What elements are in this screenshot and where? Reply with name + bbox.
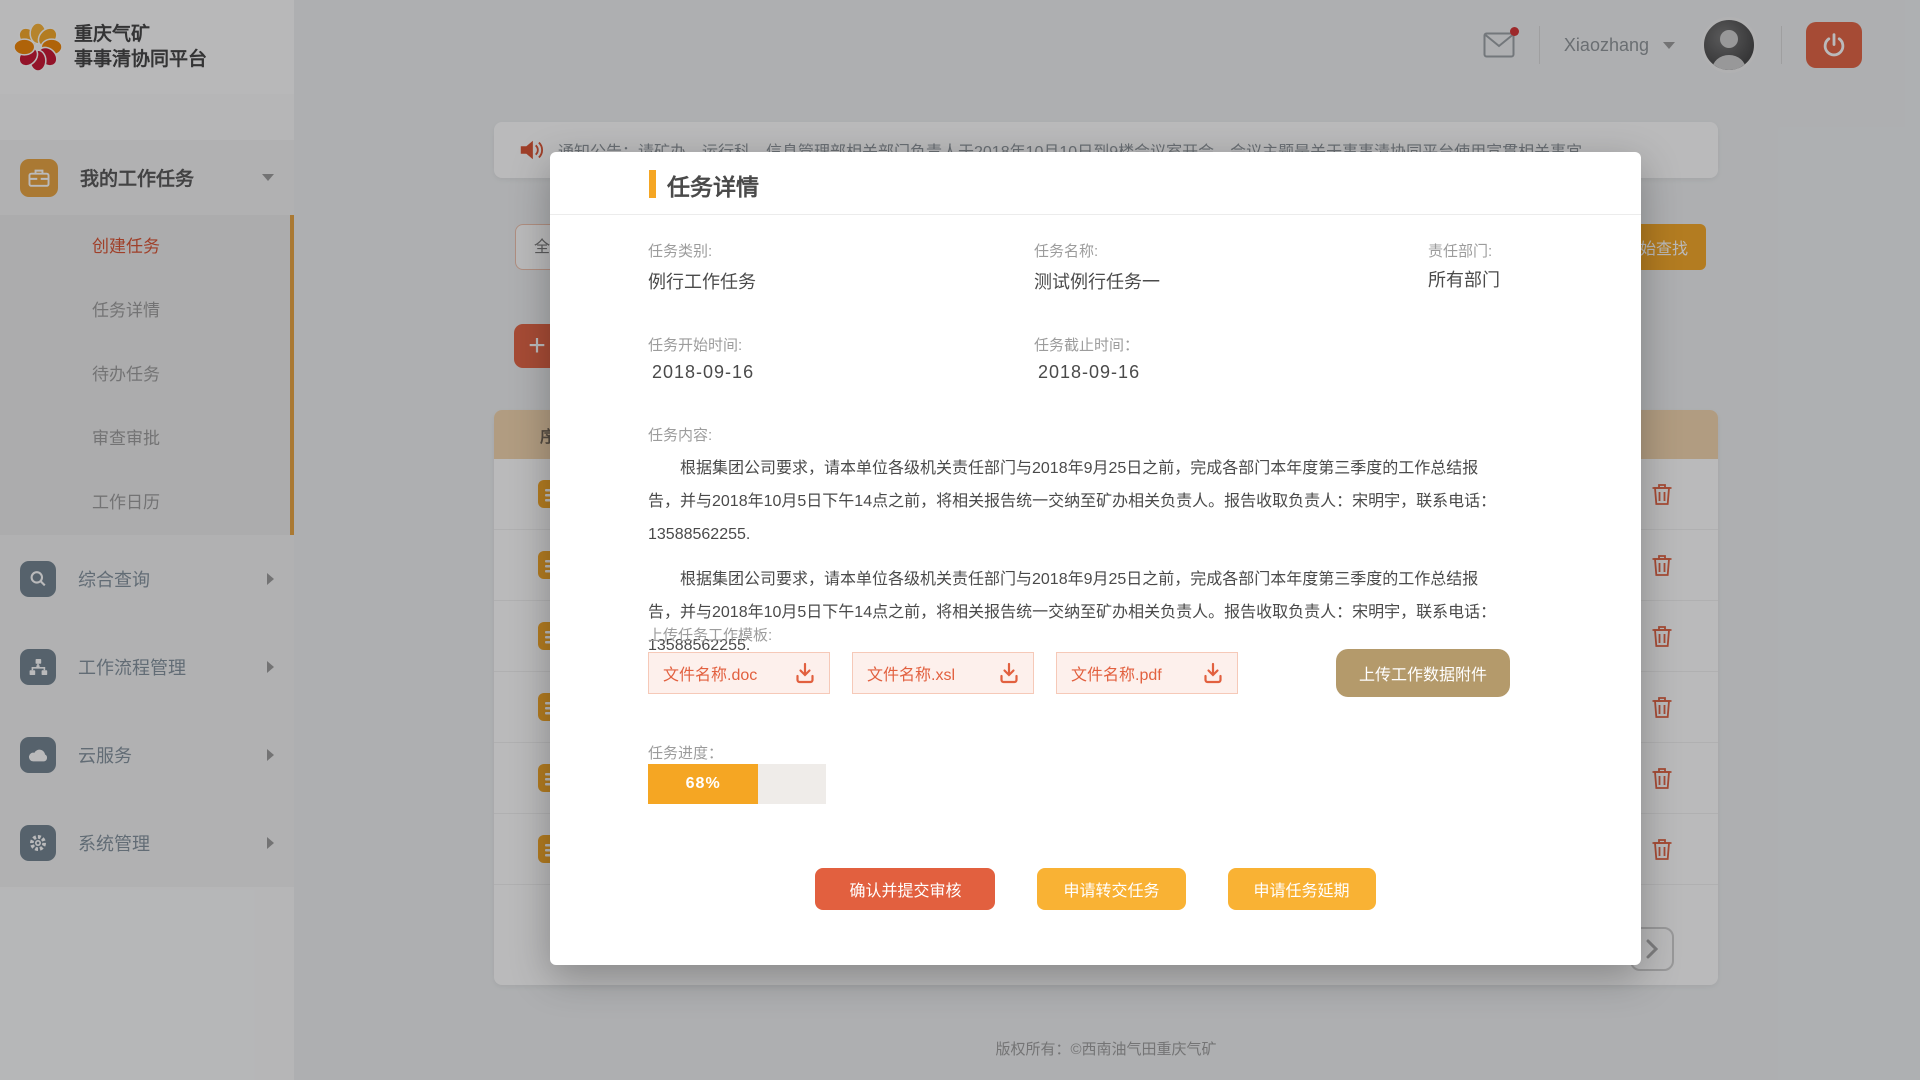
task-progress-fill: 68% xyxy=(648,764,758,804)
file-name: 文件名称.xsl xyxy=(867,661,955,685)
modal-title: 任务详情 xyxy=(667,168,759,202)
download-icon[interactable] xyxy=(1203,662,1223,684)
field-label-task-type: 任务类别: xyxy=(648,240,712,261)
field-label-start-date: 任务开始时间: xyxy=(648,334,742,355)
file-chip-pdf[interactable]: 文件名称.pdf xyxy=(1056,652,1238,694)
confirm-submit-button[interactable]: 确认并提交审核 xyxy=(815,868,995,910)
upload-data-attachment-button[interactable]: 上传工作数据附件 xyxy=(1336,649,1510,697)
field-label-progress: 任务进度： xyxy=(648,742,723,763)
divider xyxy=(550,214,1641,215)
task-progress-bar: 68% xyxy=(648,764,826,804)
task-content-paragraph: 根据集团公司要求，请本单位各级机关责任部门与2018年9月25日之前，完成各部门… xyxy=(648,452,1510,551)
file-name: 文件名称.doc xyxy=(663,661,757,685)
field-label-task-content: 任务内容: xyxy=(648,424,712,445)
field-label-end-date: 任务截止时间： xyxy=(1034,334,1139,355)
field-value-start-date: 2018-09-16 xyxy=(652,362,754,383)
delay-task-button[interactable]: 申请任务延期 xyxy=(1228,868,1376,910)
field-label-task-name: 任务名称: xyxy=(1034,240,1098,261)
field-value-dept: 所有部门 xyxy=(1428,266,1500,292)
field-label-upload-template: 上传任务工作模板: xyxy=(648,624,772,645)
field-value-task-type: 例行工作任务 xyxy=(648,268,756,294)
field-value-task-name: 测试例行任务一 xyxy=(1034,268,1160,294)
task-progress-value: 68% xyxy=(686,775,721,793)
field-value-end-date: 2018-09-16 xyxy=(1038,362,1140,383)
download-icon[interactable] xyxy=(999,662,1019,684)
field-label-dept: 责任部门: xyxy=(1428,240,1492,261)
file-chip-doc[interactable]: 文件名称.doc xyxy=(648,652,830,694)
download-icon[interactable] xyxy=(795,662,815,684)
app-window: 重庆气矿 事事清协同平台 我的工作任务 创建任务 任务详情 待办任务 审查审批 … xyxy=(0,0,1920,1080)
title-accent-bar xyxy=(649,170,656,198)
transfer-task-button[interactable]: 申请转交任务 xyxy=(1037,868,1185,910)
task-content-paragraph: 根据集团公司要求，请本单位各级机关责任部门与2018年9月25日之前，完成各部门… xyxy=(648,563,1510,662)
file-chip-xsl[interactable]: 文件名称.xsl xyxy=(852,652,1034,694)
modal-actions: 确认并提交审核 申请转交任务 申请任务延期 xyxy=(550,868,1641,910)
file-name: 文件名称.pdf xyxy=(1071,661,1162,685)
task-content-text: 根据集团公司要求，请本单位各级机关责任部门与2018年9月25日之前，完成各部门… xyxy=(648,452,1510,674)
task-detail-modal: 任务详情 任务类别: 例行工作任务 任务名称: 测试例行任务一 责任部门: 所有… xyxy=(550,152,1641,965)
